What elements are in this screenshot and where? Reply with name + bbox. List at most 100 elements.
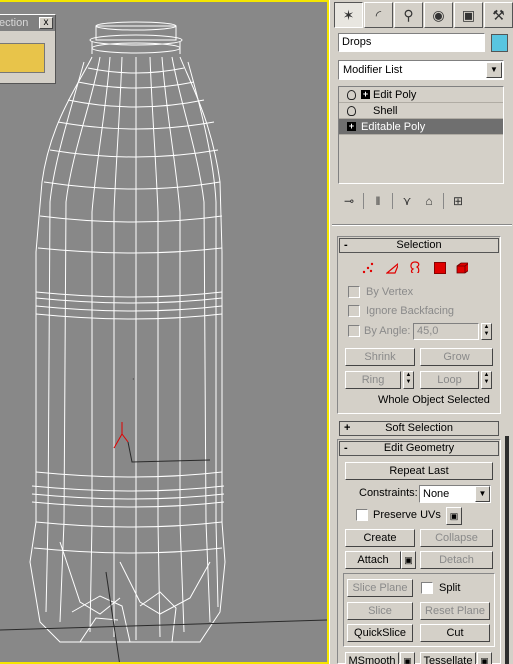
pin-stack-icon[interactable]: ⊸: [338, 191, 360, 211]
stack-item-edit-poly[interactable]: + Edit Poly: [339, 87, 503, 103]
collapse-icon: -: [344, 239, 348, 251]
preserve-uvs-label: Preserve UVs: [373, 509, 441, 521]
stack-item-editable-poly[interactable]: + Editable Poly: [339, 119, 503, 135]
quickslice-button[interactable]: QuickSlice: [347, 624, 413, 642]
constraints-value: None: [423, 488, 450, 500]
hierarchy-icon: ⚲: [403, 6, 414, 23]
constraints-label: Constraints:: [359, 487, 418, 499]
element-icon[interactable]: [456, 262, 468, 274]
lightbulb-icon[interactable]: [347, 106, 356, 116]
stack-item-label: Edit Poly: [373, 89, 417, 101]
tab-hierarchy[interactable]: ⚲: [394, 2, 423, 28]
object-name-field[interactable]: Drops: [338, 33, 485, 52]
stack-item-label: Editable Poly: [361, 121, 426, 133]
angle-field[interactable]: 45,0: [413, 323, 479, 340]
stack-item-shell[interactable]: Shell: [339, 103, 503, 119]
vertex-icon[interactable]: [362, 262, 374, 274]
remove-modifier-icon[interactable]: ⌂: [418, 191, 440, 211]
separator: [443, 193, 444, 209]
make-unique-icon[interactable]: ⋎: [396, 191, 418, 211]
split-label: Split: [439, 582, 461, 594]
display-icon: ▣: [461, 6, 476, 23]
soft-selection-title: Soft Selection: [385, 422, 453, 434]
ring-spinner[interactable]: ▲ ▼: [403, 371, 414, 389]
modifier-list-dropdown[interactable]: Modifier List ▼: [338, 60, 504, 80]
by-vertex-label: By Vertex: [366, 286, 414, 298]
separator: [363, 193, 364, 209]
reset-plane-button[interactable]: Reset Plane: [420, 602, 490, 620]
slice-plane-button[interactable]: Slice Plane: [347, 579, 413, 597]
slice-button[interactable]: Slice: [347, 602, 413, 620]
panel-divider: [332, 224, 512, 226]
tessellate-button[interactable]: Tessellate: [420, 652, 476, 664]
by-vertex-checkbox[interactable]: [348, 286, 360, 298]
loop-spinner[interactable]: ▲ ▼: [481, 371, 492, 389]
tessellate-settings-icon[interactable]: ▣: [477, 652, 492, 664]
tab-create[interactable]: ✶: [334, 2, 363, 28]
panel-scrollbar[interactable]: [505, 436, 509, 664]
lightbulb-icon[interactable]: [347, 90, 356, 100]
perspective-viewport[interactable]: · ection x: [0, 0, 329, 664]
expand-icon[interactable]: +: [361, 90, 370, 99]
configure-modifier-sets-icon[interactable]: ⊞: [447, 191, 469, 211]
bottle-wireframe: ·: [0, 21, 327, 662]
stack-item-label: Shell: [373, 105, 398, 117]
floater-color-swatch[interactable]: [0, 43, 45, 73]
polygon-icon[interactable]: [434, 262, 446, 274]
separator: [392, 193, 393, 209]
expand-icon: +: [344, 422, 351, 434]
utilities-icon: ⚒: [492, 6, 505, 23]
detach-button[interactable]: Detach: [420, 551, 493, 569]
modifier-list-label: Modifier List: [343, 64, 403, 76]
chevron-down-icon[interactable]: ▼: [475, 486, 490, 502]
selection-floater[interactable]: ection x: [0, 14, 56, 84]
preserve-uvs-settings-icon[interactable]: ▣: [446, 507, 462, 525]
preserve-uvs-checkbox[interactable]: [356, 509, 368, 521]
ignore-backfacing-checkbox[interactable]: [348, 305, 360, 317]
modifier-stack[interactable]: + Edit Poly Shell + Editable Poly: [338, 86, 504, 184]
grow-button[interactable]: Grow: [420, 348, 493, 366]
chevron-down-icon[interactable]: ▼: [486, 62, 502, 78]
modify-icon: ◜: [375, 6, 382, 23]
attach-list-icon[interactable]: ▣: [401, 551, 416, 569]
by-angle-checkbox[interactable]: [348, 325, 360, 337]
edit-geometry-title: Edit Geometry: [383, 442, 455, 454]
tab-modify[interactable]: ◜: [364, 2, 393, 28]
svg-text:·: ·: [132, 375, 135, 384]
soft-selection-rollout-title[interactable]: + Soft Selection: [339, 421, 499, 436]
split-checkbox[interactable]: [421, 582, 433, 594]
command-panel-tabs: ✶ ◜ ⚲ ◉ ▣ ⚒: [334, 2, 513, 28]
motion-icon: ◉: [432, 6, 445, 23]
show-end-result-icon[interactable]: ‖: [367, 191, 389, 211]
selection-rollout-title[interactable]: - Selection: [339, 238, 499, 253]
ring-button[interactable]: Ring: [345, 371, 401, 389]
collapse-button[interactable]: Collapse: [420, 529, 493, 547]
loop-button[interactable]: Loop: [420, 371, 479, 389]
cut-button[interactable]: Cut: [420, 624, 490, 642]
object-color-swatch[interactable]: [491, 34, 508, 52]
object-name-row: Drops: [338, 33, 508, 53]
edit-geometry-rollout-title[interactable]: - Edit Geometry: [339, 441, 499, 456]
tab-motion[interactable]: ◉: [424, 2, 453, 28]
attach-button[interactable]: Attach: [345, 551, 401, 569]
collapse-icon: -: [344, 442, 348, 454]
stack-toolbar: ⊸ ‖ ⋎ ⌂ ⊞: [338, 190, 504, 212]
angle-spinner[interactable]: ▲ ▼: [481, 323, 492, 340]
msmooth-settings-icon[interactable]: ▣: [400, 652, 415, 664]
selection-title: Selection: [396, 239, 442, 251]
edge-icon[interactable]: [386, 262, 398, 274]
expand-icon[interactable]: +: [347, 122, 356, 131]
create-button[interactable]: Create: [345, 529, 415, 547]
tab-utilities[interactable]: ⚒: [484, 2, 513, 28]
constraints-dropdown[interactable]: None ▼: [419, 485, 491, 503]
tab-display[interactable]: ▣: [454, 2, 483, 28]
by-angle-label: By Angle:: [364, 325, 411, 337]
border-icon[interactable]: [409, 261, 421, 273]
selection-status: Whole Object Selected: [378, 394, 490, 406]
ignore-backfacing-label: Ignore Backfacing: [366, 305, 455, 317]
repeat-last-button[interactable]: Repeat Last: [345, 462, 493, 480]
shrink-button[interactable]: Shrink: [345, 348, 415, 366]
msmooth-button[interactable]: MSmooth: [345, 652, 399, 664]
create-icon: ✶: [342, 6, 355, 23]
floater-close-button[interactable]: x: [39, 17, 53, 29]
